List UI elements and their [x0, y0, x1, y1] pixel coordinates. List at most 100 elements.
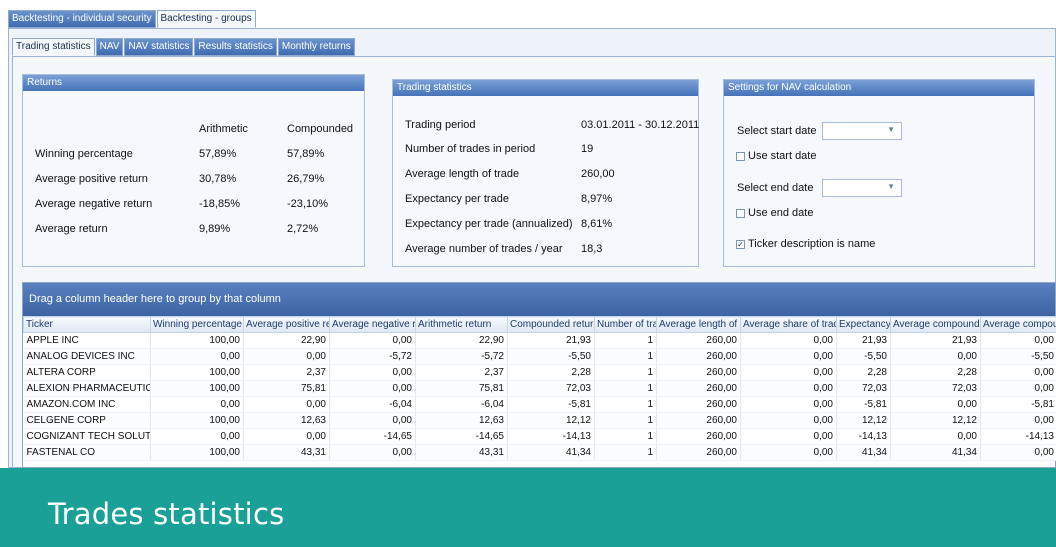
ticker-cell: COGNIZANT TECH SOLUTIONS-	[23, 428, 151, 445]
trading-stat-value: 19	[581, 143, 594, 155]
table-cell: 21,93	[507, 332, 595, 349]
returns-compounded-value: 2,72%	[287, 223, 319, 235]
table-row[interactable]: COGNIZANT TECH SOLUTIONS-0,000,00-14,65-…	[23, 428, 1056, 445]
table-cell: 0,00	[890, 348, 981, 365]
outer-tab-strip: Backtesting - individual security Backte…	[8, 10, 257, 28]
table-cell: 0,00	[980, 332, 1056, 349]
results-grid: Drag a column header here to group by th…	[22, 282, 1056, 468]
trading-stat-value: 03.01.2011 - 30.12.2011	[581, 119, 700, 131]
table-cell: -5,81	[836, 396, 891, 413]
column-header[interactable]: Number of trad	[594, 316, 657, 333]
table-cell: 0,00	[150, 396, 244, 413]
table-cell: -5,50	[507, 348, 595, 365]
table-cell: -5,81	[507, 396, 595, 413]
table-cell: 100,00	[150, 444, 244, 461]
tab-nav-statistics[interactable]: NAV statistics	[124, 38, 194, 56]
table-row[interactable]: ALEXION PHARMACEUTICALS IN100,0075,810,0…	[23, 380, 1056, 397]
table-cell: -14,13	[836, 428, 891, 445]
tab-nav[interactable]: NAV	[95, 38, 124, 56]
tab-backtesting-groups[interactable]: Backtesting - groups	[156, 10, 256, 28]
table-cell: 260,00	[656, 364, 741, 381]
table-cell: -5,72	[329, 348, 416, 365]
tab-trading-statistics[interactable]: Trading statistics	[12, 38, 95, 56]
column-header[interactable]: Average compounded	[890, 316, 981, 333]
trading-stat-value: 260,00	[581, 168, 615, 180]
table-cell: 260,00	[656, 348, 741, 365]
tab-results-statistics[interactable]: Results statistics	[194, 38, 277, 56]
trading-stat-value: 18,3	[581, 243, 603, 255]
col-header-compounded: Compounded	[287, 123, 354, 135]
group-by-drop-area[interactable]: Drag a column header here to group by th…	[23, 283, 1055, 316]
table-row[interactable]: APPLE INC 100,00 22,90 0,00 22,90 21,93 1 260,0…	[23, 332, 1056, 349]
table-cell: 0,00	[243, 428, 330, 445]
table-cell: 41,34	[836, 444, 891, 461]
inner-tab-strip: Trading statistics NAV NAV statistics Re…	[12, 38, 356, 56]
start-date-picker[interactable]: ▼	[822, 122, 902, 140]
column-header[interactable]: Compounded return	[507, 316, 595, 333]
table-cell: 12,12	[890, 412, 981, 429]
use-start-date-checkbox[interactable]: Use start date	[736, 150, 816, 162]
table-cell: 41,34	[890, 444, 981, 461]
table-cell: 100,00	[150, 412, 244, 429]
column-header[interactable]: Average positive ret	[243, 316, 330, 333]
column-header[interactable]: Arithmetic return	[415, 316, 508, 333]
table-cell: 21,93	[836, 332, 891, 349]
table-row[interactable]: FASTENAL CO 100,00 43,31 0,00 43,31 41,34 1 260…	[23, 444, 1056, 461]
returns-label: Average negative return	[35, 198, 153, 210]
table-cell: 72,03	[890, 380, 981, 397]
use-end-date-checkbox[interactable]: Use end date	[736, 207, 813, 219]
table-cell: 0,00	[150, 348, 244, 365]
column-header[interactable]: Ticker	[23, 316, 151, 333]
use-end-date-label: Use end date	[748, 207, 814, 219]
tab-backtesting-individual[interactable]: Backtesting - individual security	[8, 10, 156, 28]
table-row[interactable]: ALTERA CORP 100,00 2,37 0,00 2,37 2,28 1 260,00…	[23, 364, 1056, 381]
trading-stat-label: Trading period	[405, 119, 476, 131]
ticker-cell: CELGENE CORP	[23, 412, 151, 429]
table-cell: 72,03	[507, 380, 595, 397]
checkbox-icon	[736, 208, 745, 218]
table-row[interactable]: ANALOG DEVICES INC 0,00 0,00 -5,72 -5,72 -5,5…	[23, 348, 1056, 365]
table-cell: 0,00	[329, 412, 416, 429]
table-cell: -5,72	[415, 348, 508, 365]
table-cell: 260,00	[656, 396, 741, 413]
returns-panel: Returns Arithmetic Compounded Winning pe…	[22, 74, 365, 267]
table-cell: 72,03	[836, 380, 891, 397]
table-cell: 0,00	[890, 428, 981, 445]
table-cell: 0,00	[740, 364, 837, 381]
returns-arithmetic-value: 57,89%	[199, 148, 237, 160]
ticker-description-checkbox[interactable]: ✓ Ticker description is name	[736, 238, 875, 250]
table-cell: 0,00	[980, 412, 1056, 429]
column-header[interactable]: Average share of traded	[740, 316, 837, 333]
nav-settings-panel: Settings for NAV calculation Select star…	[723, 79, 1035, 267]
table-cell: 0,00	[329, 364, 416, 381]
caption-title: Trades statistics	[48, 497, 285, 531]
returns-panel-title: Returns	[23, 75, 364, 91]
column-header[interactable]: Average negative retu	[329, 316, 416, 333]
grid-header-row: Ticker Winning percentage Average positive…	[23, 316, 1056, 333]
column-header[interactable]: Expectancy	[836, 316, 891, 333]
ticker-cell: ANALOG DEVICES INC	[23, 348, 151, 365]
table-row[interactable]: CELGENE CORP 100,00 12,63 0,00 12,63 12,12 1 26…	[23, 412, 1056, 429]
table-cell: 0,00	[980, 444, 1056, 461]
trading-stat-value: 8,97%	[581, 193, 613, 205]
table-cell: 0,00	[740, 380, 837, 397]
table-cell: 0,00	[243, 348, 330, 365]
settings-panel-title: Settings for NAV calculation	[724, 80, 1034, 96]
table-cell: 22,90	[243, 332, 330, 349]
table-cell: -5,81	[980, 396, 1056, 413]
table-row[interactable]: AMAZON.COM INC 0,00 0,00 -6,04 -6,04 -5,81 1 26…	[23, 396, 1056, 413]
table-cell: -6,04	[415, 396, 508, 413]
trading-panel-title: Trading statistics	[393, 80, 698, 96]
table-cell: 1	[594, 380, 657, 397]
trading-stat-label: Average number of trades / year	[405, 243, 563, 255]
column-header[interactable]: Average compoun	[980, 316, 1056, 333]
column-header[interactable]: Winning percentage	[150, 316, 244, 333]
end-date-picker[interactable]: ▼	[822, 179, 902, 197]
table-cell: 0,00	[740, 396, 837, 413]
ticker-cell: ALEXION PHARMACEUTICALS IN	[23, 380, 151, 397]
tab-monthly-returns[interactable]: Monthly returns	[277, 38, 355, 56]
column-header[interactable]: Average length of tr	[656, 316, 741, 333]
results-table: Ticker Winning percentage Average positive…	[23, 316, 1056, 461]
ticker-cell: FASTENAL CO	[23, 444, 151, 461]
end-date-label: Select end date	[737, 182, 814, 194]
